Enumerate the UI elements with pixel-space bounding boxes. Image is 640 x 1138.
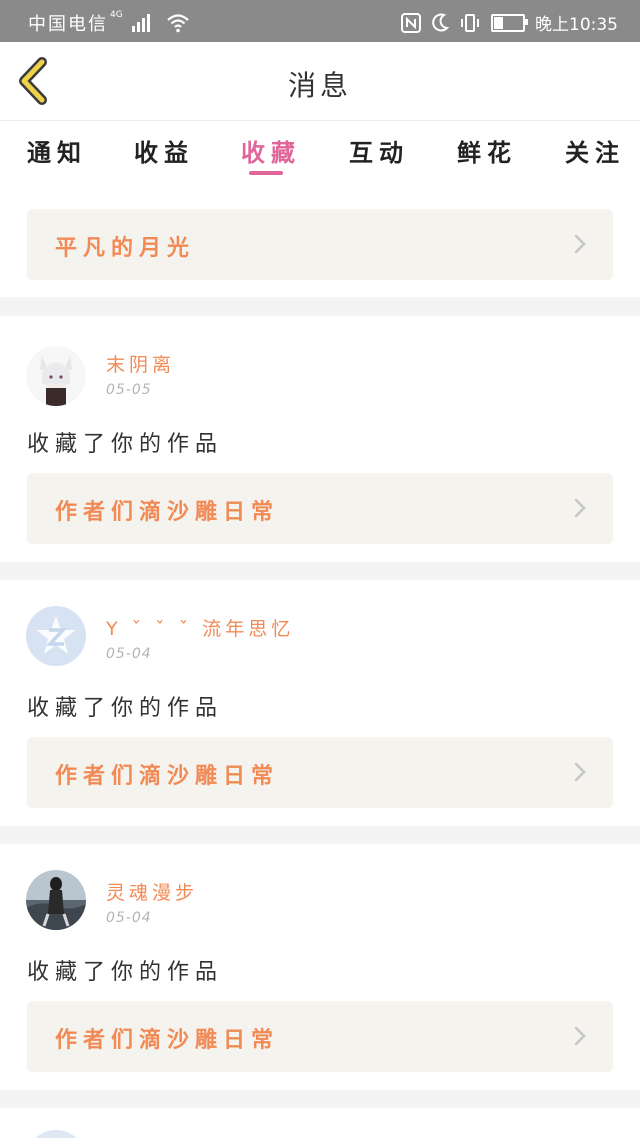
work-title: 平凡的月光: [55, 236, 196, 261]
avatar-image: [26, 870, 86, 930]
list-item: 灵魂漫步 05-04 收藏了你的作品 作者们滴沙雕日常: [0, 844, 640, 1090]
timestamp: 05-05: [106, 382, 152, 398]
username[interactable]: 末阴离: [106, 350, 175, 377]
tab-flowers[interactable]: 鲜花: [457, 133, 517, 168]
active-tab-indicator: [249, 171, 283, 175]
status-bar: 中国电信 4G 晚上10:35: [0, 0, 640, 42]
work-title: 作者们滴沙雕日常: [55, 500, 280, 525]
avatar[interactable]: [26, 346, 86, 406]
chevron-right-icon: [574, 1026, 586, 1046]
username[interactable]: 灵魂漫步: [106, 878, 198, 905]
tab-interactions[interactable]: 互动: [349, 133, 409, 168]
status-left: 中国电信 4G: [28, 10, 190, 36]
wifi-icon: [167, 14, 189, 33]
avatar[interactable]: [26, 870, 86, 930]
chevron-right-icon: [574, 234, 586, 254]
list-item: [0, 1108, 640, 1138]
work-title: 作者们滴沙雕日常: [55, 764, 280, 789]
username[interactable]: Y ˇ ˇ ˇ 流年思忆: [106, 614, 294, 641]
moon-icon: [432, 13, 449, 31]
work-link[interactable]: 作者们滴沙雕日常: [27, 737, 613, 808]
message-feed[interactable]: 平凡的月光 末阴离 05-05 收藏了你的作品 作者们滴沙雕日常 Y ˇ ˇ ˇ…: [0, 185, 640, 1138]
vibrate-icon: [461, 13, 479, 32]
action-text: 收藏了你的作品: [27, 696, 224, 721]
avatar[interactable]: [26, 1130, 86, 1138]
tab-favorites[interactable]: 收藏: [241, 133, 301, 168]
tab-notifications[interactable]: 通知: [27, 133, 87, 168]
default-avatar-icon: [26, 606, 86, 666]
list-item: 末阴离 05-05 收藏了你的作品 作者们滴沙雕日常: [0, 316, 640, 562]
page-title: 消息: [287, 69, 352, 102]
timestamp: 05-04: [106, 910, 152, 926]
action-text: 收藏了你的作品: [27, 432, 224, 457]
timestamp: 05-04: [106, 646, 152, 662]
tab-earnings[interactable]: 收益: [134, 133, 194, 168]
signal-icon: [132, 14, 151, 32]
battery-fill: [494, 16, 503, 29]
action-text: 收藏了你的作品: [27, 960, 224, 985]
nav-bar: 消息: [0, 42, 640, 121]
avatar-image: [26, 346, 86, 406]
work-link[interactable]: 作者们滴沙雕日常: [27, 1001, 613, 1072]
work-title: 作者们滴沙雕日常: [55, 1028, 280, 1053]
nfc-icon: [401, 12, 421, 33]
tab-following[interactable]: 关注: [565, 133, 625, 168]
list-item: 平凡的月光: [0, 185, 640, 297]
battery-icon: [491, 13, 528, 32]
avatar[interactable]: [26, 606, 86, 666]
carrier-label: 中国电信: [28, 14, 108, 35]
chevron-right-icon: [574, 498, 586, 518]
clock-label: 晚上10:35: [535, 15, 618, 35]
network-label: 4G: [110, 10, 123, 20]
tab-bar: 通知 收益 收藏 互动 鲜花 关注: [0, 121, 640, 185]
chevron-right-icon: [574, 762, 586, 782]
status-right: 晚上10:35: [401, 10, 618, 35]
work-link[interactable]: 平凡的月光: [27, 209, 613, 280]
list-item: Y ˇ ˇ ˇ 流年思忆 05-04 收藏了你的作品 作者们滴沙雕日常: [0, 580, 640, 826]
work-link[interactable]: 作者们滴沙雕日常: [27, 473, 613, 544]
